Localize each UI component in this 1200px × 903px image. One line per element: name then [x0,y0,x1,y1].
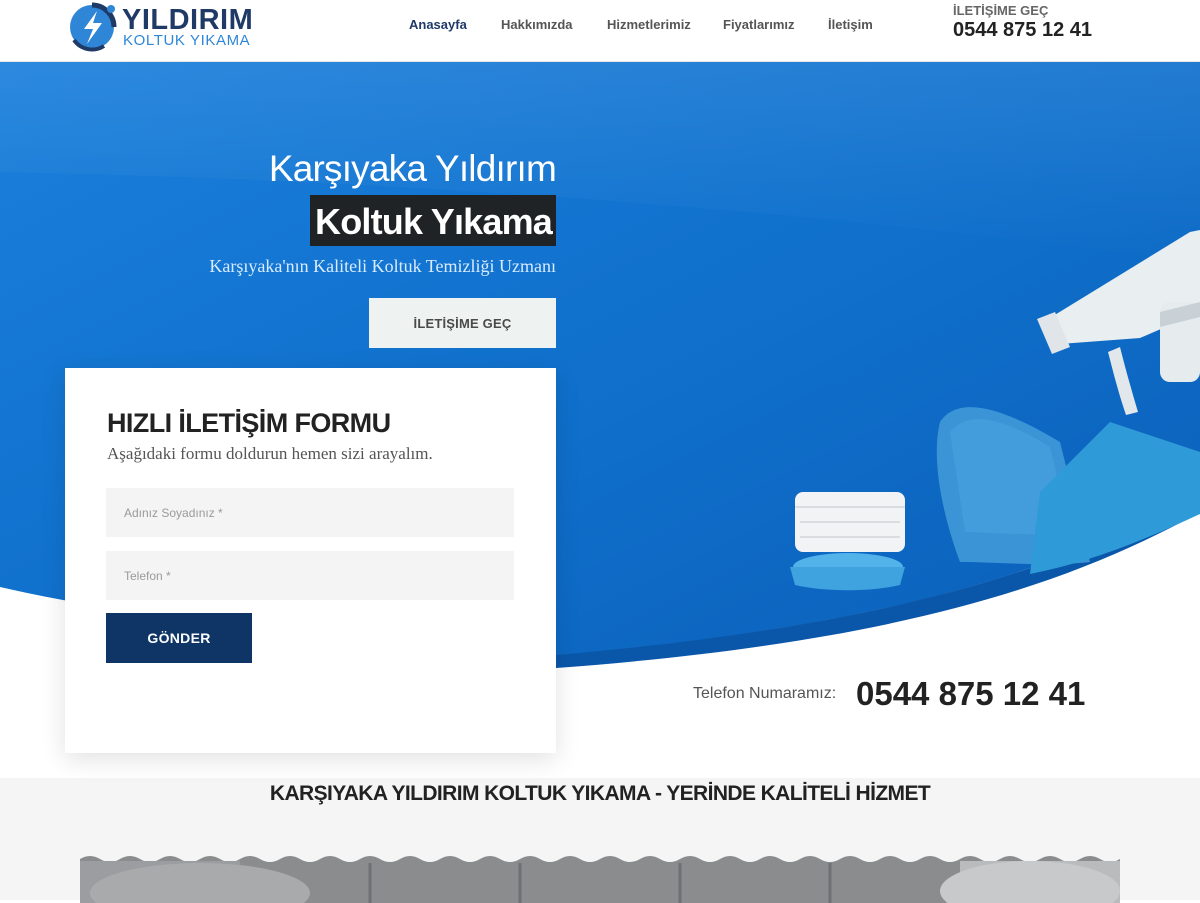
hero-title-highlight: Koltuk Yıkama [310,195,556,246]
services-section: KARŞIYAKA YILDIRIM KOLTUK YIKAMA - YERİN… [0,778,1200,903]
cleaning-brush-icon [790,492,905,591]
phone-label: Telefon Numaramız: [693,685,837,702]
hero-subtitle: Karşıyaka'nın Kaliteli Koltuk Temizliği … [209,256,556,276]
nav-item-iletisim[interactable]: İletişim [828,17,873,32]
nav-item-hizmetlerimiz[interactable]: Hizmetlerimiz [607,17,691,32]
nav-item-anasayfa[interactable]: Anasayfa [409,17,467,32]
phone-number[interactable]: 0544 875 12 41 [856,675,1085,713]
header-contact-label: İLETİŞİME GEÇ [953,3,1049,18]
hero-title-strong: Koltuk Yıkama [315,201,553,242]
header-contact-phone[interactable]: 0544 875 12 41 [953,19,1092,42]
hero-contact-button[interactable]: İLETİŞİME GEÇ [369,298,556,348]
nav-item-hakkimizda[interactable]: Hakkımızda [501,17,573,32]
nav-item-fiyatlarimiz[interactable]: Fiyatlarımız [723,17,795,32]
quick-contact-form: HIZLI İLETİŞİM FORMU Aşağıdaki formu dol… [65,368,556,753]
phone-input[interactable] [106,551,514,600]
form-title: HIZLI İLETİŞİM FORMU [107,408,391,438]
site-header: YILDIRIM KOLTUK YIKAMA Anasayfa Hakkımız… [0,0,1200,62]
submit-button[interactable]: GÖNDER [106,613,252,663]
form-description: Aşağıdaki formu doldurun hemen sizi aray… [107,444,433,463]
name-input[interactable] [106,488,514,537]
sofa-image [80,853,1120,903]
section-title: KARŞIYAKA YILDIRIM KOLTUK YIKAMA - YERİN… [269,782,931,805]
hero-title: Karşıyaka Yıldırım [268,148,557,189]
